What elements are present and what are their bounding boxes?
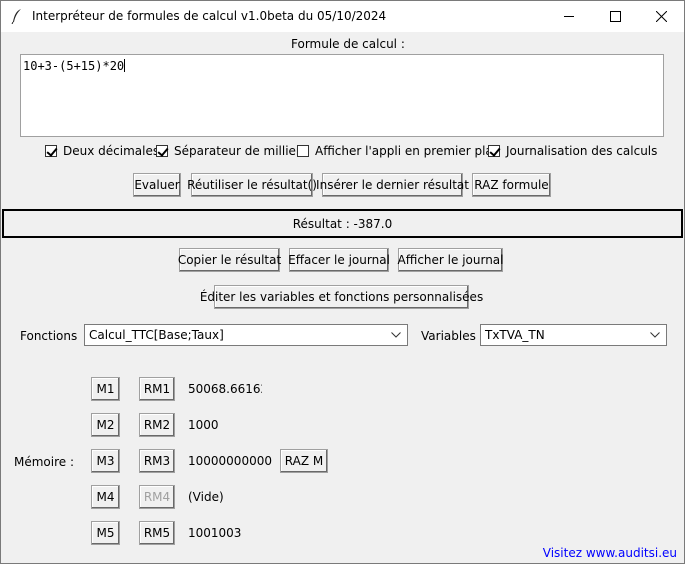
maximize-icon	[610, 11, 621, 22]
functions-selected: Calcul_TTC[Base;Taux]	[89, 328, 224, 342]
result-display: Résultat : -387.0	[2, 209, 683, 238]
minimize-button[interactable]	[546, 1, 592, 32]
reset-formula-button[interactable]: RAZ formule	[472, 173, 551, 197]
variables-select[interactable]: TxTVA_TN	[480, 324, 667, 346]
window-title: Interpréteur de formules de calcul v1.0b…	[32, 9, 387, 23]
m5-button[interactable]: M5	[91, 521, 120, 545]
clear-journal-button[interactable]: Effacer le journal	[288, 248, 390, 272]
checkbox-label: Deux décimales	[63, 144, 160, 158]
insert-last-result-button[interactable]: Insérer le dernier résultat	[316, 173, 469, 197]
variables-selected: TxTVA_TN	[485, 328, 545, 342]
memory-value-5: 1001003	[188, 526, 242, 540]
memory-value-3: 10000000000	[188, 454, 272, 468]
text-caret	[124, 59, 126, 72]
memory-value-2: 1000	[188, 418, 219, 432]
minimize-icon	[564, 16, 574, 17]
chevron-down-icon	[391, 332, 401, 338]
two-decimals-checkbox[interactable]: Deux décimales	[45, 144, 159, 158]
rm5-button[interactable]: RM5	[139, 521, 175, 545]
evaluate-button[interactable]: Evaluer	[133, 173, 181, 197]
title-bar[interactable]: Interpréteur de formules de calcul v1.0b…	[1, 1, 684, 32]
logging-checkbox[interactable]: Journalisation des calculs	[488, 144, 657, 158]
result-text: Résultat : -387.0	[292, 216, 393, 231]
thousands-separator-checkbox[interactable]: Séparateur de milliers	[156, 144, 307, 158]
variables-label: Variables	[421, 329, 476, 343]
chevron-down-icon	[650, 332, 660, 338]
show-journal-button[interactable]: Afficher le journal	[398, 248, 504, 272]
always-on-top-checkbox[interactable]: Afficher l'appli en premier plan	[297, 144, 500, 158]
formula-label: Formule de calcul :	[291, 37, 405, 51]
memory-value-4: (Vide)	[188, 490, 224, 504]
reset-memory-button[interactable]: RAZ M	[280, 449, 328, 473]
checkbox-box	[488, 145, 500, 157]
memory-value-1: 50068.6616234	[188, 382, 262, 396]
reuse-result-button[interactable]: Réutiliser le résultat()	[187, 173, 317, 197]
functions-select[interactable]: Calcul_TTC[Base;Taux]	[84, 324, 408, 346]
checkbox-label: Journalisation des calculs	[506, 144, 658, 158]
checkbox-box	[45, 145, 57, 157]
close-icon	[656, 11, 667, 22]
m1-button[interactable]: M1	[91, 377, 120, 401]
edit-variables-button[interactable]: Éditer les variables et fonctions person…	[200, 285, 483, 309]
rm3-button[interactable]: RM3	[139, 449, 175, 473]
close-button[interactable]	[638, 1, 684, 32]
formula-text: 10+3-(5+15)*20	[23, 59, 125, 73]
m4-button[interactable]: M4	[91, 485, 120, 509]
app-window: Interpréteur de formules de calcul v1.0b…	[0, 0, 685, 564]
memory-label: Mémoire :	[14, 455, 75, 469]
checkbox-label: Afficher l'appli en premier plan	[315, 144, 501, 158]
functions-label: Fonctions	[20, 329, 78, 343]
website-link[interactable]: Visitez www.auditsi.eu	[543, 546, 677, 560]
m3-button[interactable]: M3	[91, 449, 120, 473]
m2-button[interactable]: M2	[91, 413, 120, 437]
checkbox-label: Séparateur de milliers	[174, 144, 308, 158]
rm4-button[interactable]: RM4	[139, 485, 175, 509]
feather-icon	[11, 9, 21, 24]
formula-input[interactable]: 10+3-(5+15)*20	[20, 54, 664, 137]
maximize-button[interactable]	[592, 1, 638, 32]
rm1-button[interactable]: RM1	[139, 377, 175, 401]
checkbox-box	[156, 145, 168, 157]
checkbox-box	[297, 145, 309, 157]
copy-result-button[interactable]: Copier le résultat	[178, 248, 281, 272]
rm2-button[interactable]: RM2	[139, 413, 175, 437]
